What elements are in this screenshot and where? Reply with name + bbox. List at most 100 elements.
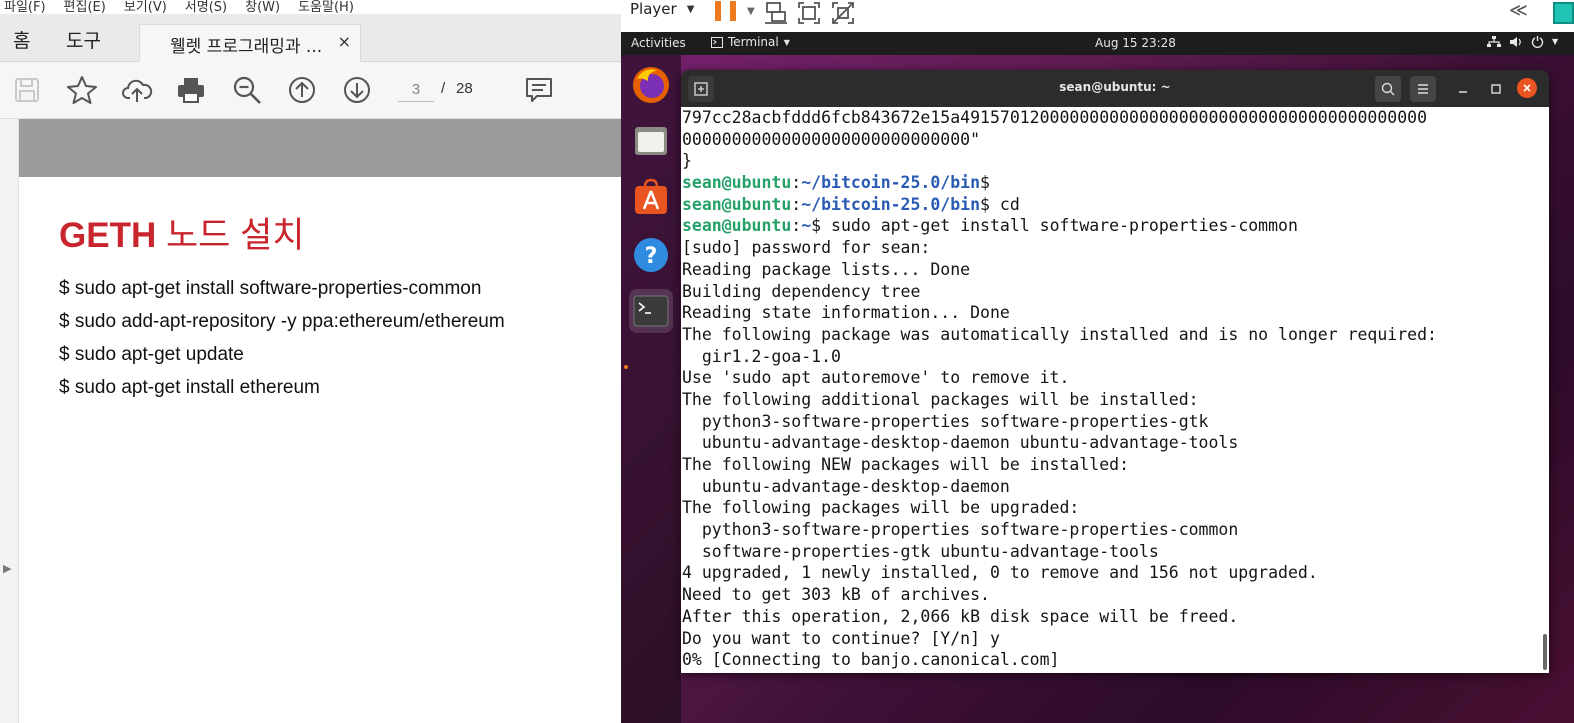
terminal-line: Reading package lists... Done: [682, 259, 971, 279]
pdf-menubar: 파일(F) 편집(E) 보기(V) 서명(S) 창(W) 도움말(H): [0, 0, 621, 15]
menu-sign[interactable]: 서명(S): [185, 0, 227, 15]
pdf-page: GETH 노드 설치 $ sudo apt-get install softwa…: [19, 119, 621, 723]
hamburger-menu-button[interactable]: [1410, 76, 1436, 102]
collapse-toolbar-icon[interactable]: ≪: [1509, 0, 1528, 21]
menu-help[interactable]: 도움말(H): [298, 0, 354, 15]
terminal-line: python3-software-properties software-pro…: [682, 520, 1239, 540]
terminal-line: After this operation, 2,066 kB disk spac…: [682, 606, 1239, 626]
dock-firefox[interactable]: [629, 63, 673, 107]
terminal-lines: 797cc28acbfddd6fcb843672e15a491570120000…: [682, 107, 1540, 671]
prompt-user: sean@ubuntu: [682, 173, 792, 193]
terminal-line: 0% [Connecting to banjo.canonical.com]: [682, 650, 1060, 670]
dock-help[interactable]: ?: [629, 233, 673, 277]
arrow-down-circle-icon[interactable]: [341, 74, 373, 106]
menu-edit[interactable]: 편집(E): [64, 0, 106, 15]
maximize-icon: [1491, 84, 1501, 94]
terminal-line: python3-software-properties software-pro…: [682, 411, 1209, 431]
terminal-line: sean@ubuntu:~$ sudo apt-get install soft…: [682, 216, 1298, 236]
dock-terminal[interactable]: [629, 289, 673, 333]
terminal-line: 797cc28acbfddd6fcb843672e15a491570120000…: [682, 108, 1428, 127]
tab-tools[interactable]: 도구: [66, 26, 101, 53]
menu-window[interactable]: 창(W): [245, 0, 280, 15]
slide-title: GETH 노드 설치: [59, 207, 305, 258]
terminal-line: The following NEW packages will be insta…: [682, 455, 1130, 474]
document-tab-title: 웰렛 프로그래밍과 ...: [170, 37, 323, 57]
system-tray[interactable]: ▼: [1487, 35, 1558, 48]
terminal-line: ubuntu-advantage-desktop-daemon ubuntu-a…: [682, 433, 1239, 453]
close-button[interactable]: [1517, 78, 1537, 98]
menu-file[interactable]: 파일(F): [4, 0, 46, 15]
prompt-user: sean@ubuntu: [682, 194, 792, 214]
close-tab-icon[interactable]: ×: [338, 32, 351, 51]
terminal-line: sean@ubuntu:~/bitcoin-25.0/bin$: [682, 173, 990, 193]
save-icon[interactable]: [11, 74, 43, 106]
pause-button[interactable]: ▼: [715, 1, 755, 21]
sidebar-expand-icon[interactable]: ▶: [3, 562, 11, 575]
terminal-scrollbar[interactable]: [1543, 634, 1547, 670]
chevron-down-icon: ▼: [747, 5, 755, 17]
terminal-output[interactable]: 797cc28acbfddd6fcb843672e15a491570120000…: [681, 107, 1549, 673]
comment-icon[interactable]: [523, 74, 555, 106]
terminal-line: software-properties-gtk ubuntu-advantage…: [682, 541, 1159, 561]
tab-document[interactable]: 웰렛 프로그래밍과 ... ×: [139, 24, 361, 62]
menu-view[interactable]: 보기(V): [124, 0, 167, 15]
print-icon[interactable]: [175, 74, 207, 106]
star-icon[interactable]: [66, 74, 98, 106]
pause-icon: [730, 1, 736, 21]
pdf-viewer-window: 파일(F) 편집(E) 보기(V) 서명(S) 창(W) 도움말(H) 홈 도구…: [0, 0, 621, 723]
slide-command: $ sudo add-apt-repository -y ppa:ethereu…: [59, 311, 505, 332]
slide-command: $ sudo apt-get update: [59, 344, 244, 365]
prompt-path: ~/bitcoin-25.0/bin: [801, 173, 981, 193]
terminal-line: [sudo] password for sean:: [682, 238, 931, 258]
unity-mode-icon[interactable]: [830, 0, 856, 26]
terminal-line: Building dependency tree: [682, 281, 921, 301]
terminal-window[interactable]: sean@ubuntu: ~ 797cc28acbfddd6fcb843672e…: [681, 70, 1549, 673]
chevron-down-icon: ▼: [686, 3, 695, 15]
terminal-line: sean@ubuntu:~/bitcoin-25.0/bin$ cd: [682, 194, 1020, 214]
tab-home[interactable]: 홈: [13, 26, 30, 53]
prompt-path: ~: [801, 216, 812, 236]
slide-command: $ sudo apt-get install software-properti…: [59, 278, 482, 299]
minimize-button[interactable]: [1450, 76, 1476, 102]
fit-guest-icon[interactable]: [796, 0, 822, 26]
terminal-line: The following packages will be upgraded:: [682, 498, 1080, 518]
terminal-icon: [633, 295, 669, 327]
slide-command: $ sudo apt-get install ethereum: [59, 377, 320, 398]
terminal-line: gir1.2-goa-1.0: [682, 346, 841, 366]
running-indicator: [624, 365, 628, 369]
dock-files[interactable]: [629, 118, 673, 162]
search-button[interactable]: [1375, 76, 1401, 102]
page-separator: /: [441, 80, 446, 97]
help-icon: ?: [634, 238, 668, 272]
total-pages: 28: [456, 80, 473, 97]
maximize-button[interactable]: [1483, 76, 1509, 102]
pdf-toolbar: [0, 62, 621, 119]
chevron-down-icon: ▼: [1552, 37, 1559, 46]
vm-library-icon[interactable]: [1553, 2, 1574, 24]
terminal-line: ubuntu-advantage-desktop-daemon: [682, 476, 1010, 496]
terminal-line: }: [682, 151, 692, 171]
app-menu[interactable]: Terminal ▼: [711, 35, 790, 49]
terminal-header-bar[interactable]: sean@ubuntu: ~: [681, 70, 1549, 107]
activities-button[interactable]: Activities: [631, 36, 686, 50]
slide-title-rest: 노드 설치: [165, 216, 305, 255]
terminal-line: The following additional packages will b…: [682, 389, 1199, 409]
pause-icon: [715, 1, 721, 21]
send-ctrl-alt-del-icon[interactable]: [763, 0, 789, 26]
software-center-icon: [635, 178, 667, 214]
zoom-out-icon[interactable]: [231, 74, 263, 106]
prompt-user: sean@ubuntu: [682, 216, 792, 236]
app-menu-label: Terminal: [728, 35, 779, 49]
arrow-up-circle-icon[interactable]: [286, 74, 318, 106]
search-icon: [1381, 82, 1395, 96]
page-number-input[interactable]: [398, 78, 434, 102]
clock[interactable]: Aug 15 23:28: [1095, 36, 1176, 50]
terminal-line: Reading state information... Done: [682, 303, 1010, 323]
files-icon: [635, 127, 667, 155]
player-menu-label: Player: [630, 0, 677, 18]
prompt-command: sudo apt-get install software-properties…: [821, 216, 1298, 236]
dock-software[interactable]: [629, 175, 673, 219]
cloud-upload-icon[interactable]: [121, 74, 153, 106]
player-menu[interactable]: Player ▼: [630, 0, 694, 18]
terminal-line: Use 'sudo apt autoremove' to remove it.: [682, 368, 1070, 388]
